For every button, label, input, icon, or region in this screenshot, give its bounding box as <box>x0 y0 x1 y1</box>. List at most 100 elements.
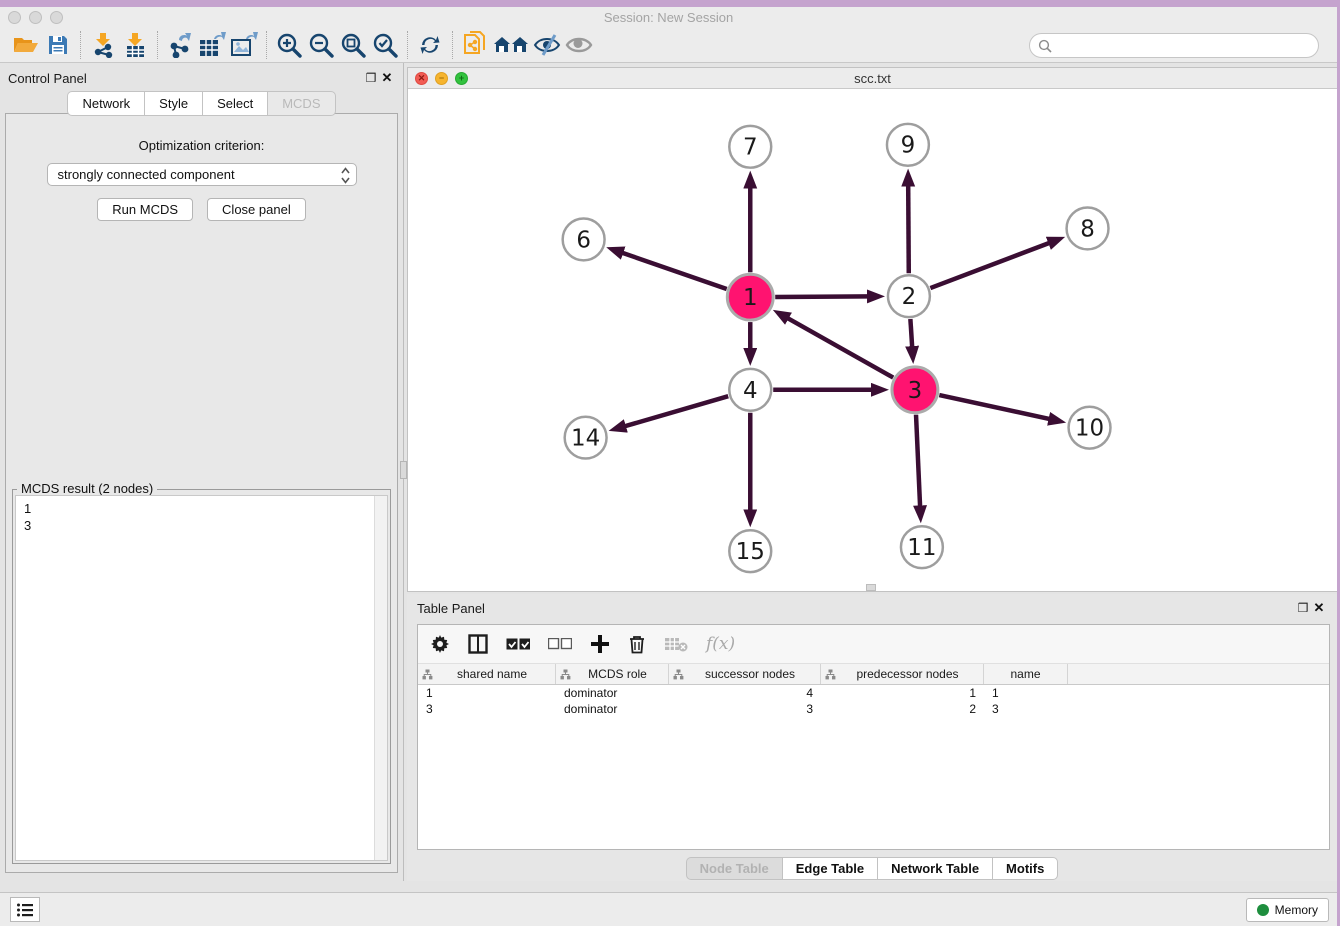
zoom-out-button[interactable] <box>305 30 337 60</box>
graph-edge-2-9[interactable] <box>908 184 909 274</box>
table-cell[interactable]: 3 <box>984 701 1068 717</box>
table-cell[interactable]: 1 <box>821 685 984 701</box>
column-type-icon <box>422 669 433 680</box>
divider-grip[interactable] <box>400 461 407 479</box>
export-network-button[interactable] <box>164 30 196 60</box>
search-box[interactable] <box>1029 33 1319 58</box>
network-canvas[interactable]: 7968124314101511 <box>408 89 1337 591</box>
criterion-dropdown[interactable]: strongly connected component <box>47 163 357 186</box>
add-column-button[interactable] <box>590 630 610 658</box>
network-graph[interactable]: 7968124314101511 <box>408 89 1337 591</box>
tab-edge-table[interactable]: Edge Table <box>782 857 877 880</box>
select-all-button[interactable] <box>506 630 530 658</box>
table-cell[interactable]: 3 <box>669 701 821 717</box>
zoom-selected-button[interactable] <box>369 30 401 60</box>
column-header-name[interactable]: name <box>984 664 1068 684</box>
graph-node-label-8: 8 <box>1080 216 1095 242</box>
mcds-result-title: MCDS result (2 nodes) <box>17 481 157 496</box>
graph-edge-2-8[interactable] <box>930 242 1051 288</box>
tab-node-table[interactable]: Node Table <box>686 857 782 880</box>
zoom-in-button[interactable] <box>273 30 305 60</box>
table-cell[interactable]: 2 <box>821 701 984 717</box>
table-row[interactable]: 3dominator323 <box>418 701 1329 717</box>
refresh-button[interactable] <box>414 30 446 60</box>
close-table-panel-icon[interactable]: ✕ <box>1311 600 1327 616</box>
show-details-button[interactable] <box>563 30 595 60</box>
canvas-divider-grip[interactable] <box>866 584 876 591</box>
column-header-label: name <box>988 667 1063 681</box>
unchecked-boxes-icon <box>548 638 572 650</box>
table-cell[interactable]: dominator <box>556 701 669 717</box>
application-window: Session: New Session <box>0 0 1340 926</box>
houses-button[interactable] <box>491 30 531 60</box>
table-cell[interactable]: 1 <box>418 685 556 701</box>
graph-node-label-15: 15 <box>736 539 765 565</box>
tab-style[interactable]: Style <box>144 91 202 116</box>
graph-edge-1-2[interactable] <box>775 296 870 297</box>
column-header-label: predecessor nodes <box>836 667 979 681</box>
column-header-successor-nodes[interactable]: successor nodes <box>669 664 821 684</box>
deselect-all-button[interactable] <box>548 630 572 658</box>
graph-node-label-6: 6 <box>576 227 591 253</box>
toolbar-separator <box>452 31 453 59</box>
graph-node-label-7: 7 <box>743 135 758 161</box>
graph-node-label-1: 1 <box>743 285 758 311</box>
graph-edge-3-11[interactable] <box>916 415 920 509</box>
function-builder-button[interactable]: f(x) <box>706 630 735 658</box>
graph-edge-3-1[interactable] <box>786 317 893 377</box>
table-tabs: Node Table Edge Table Network Table Moti… <box>407 857 1337 880</box>
zoom-fit-button[interactable] <box>337 30 369 60</box>
node-table-box: f(x) shared nameMCDS rolesuccessor nodes… <box>417 624 1330 850</box>
graph-edge-1-6[interactable] <box>620 252 726 289</box>
result-scrollbar[interactable] <box>374 496 387 860</box>
mcds-result-groupbox: MCDS result (2 nodes) 1 3 <box>12 489 391 864</box>
close-panel-icon[interactable]: ✕ <box>379 70 395 86</box>
graph-node-label-4: 4 <box>743 378 758 404</box>
run-mcds-button[interactable]: Run MCDS <box>97 198 193 221</box>
column-header-predecessor-nodes[interactable]: predecessor nodes <box>821 664 984 684</box>
graph-node-label-11: 11 <box>907 535 936 561</box>
tab-select[interactable]: Select <box>202 91 267 116</box>
delete-table-icon <box>664 636 688 652</box>
column-type-icon <box>560 669 571 680</box>
table-cell[interactable]: dominator <box>556 685 669 701</box>
table-panel-header: Table Panel ❒ ✕ <box>407 594 1337 618</box>
export-table-button[interactable] <box>196 30 228 60</box>
float-panel-icon[interactable]: ❒ <box>363 71 379 85</box>
table-cell[interactable]: 3 <box>418 701 556 717</box>
float-table-panel-icon[interactable]: ❒ <box>1295 601 1311 615</box>
tab-mcds[interactable]: MCDS <box>267 91 335 116</box>
dropdown-stepper-icon <box>341 167 350 184</box>
hide-labels-button[interactable] <box>531 30 563 60</box>
network-window-titlebar[interactable]: ✕ − + scc.txt <box>408 68 1337 89</box>
tab-network-table[interactable]: Network Table <box>877 857 992 880</box>
column-header-shared-name[interactable]: shared name <box>418 664 556 684</box>
close-panel-button[interactable]: Close panel <box>207 198 306 221</box>
delete-column-button[interactable] <box>628 630 646 658</box>
export-image-button[interactable] <box>228 30 260 60</box>
table-cell[interactable]: 4 <box>669 685 821 701</box>
graph-edge-2-3[interactable] <box>910 319 912 349</box>
save-session-button[interactable] <box>42 30 74 60</box>
memory-button[interactable]: Memory <box>1246 898 1329 922</box>
open-session-button[interactable] <box>10 30 42 60</box>
table-row[interactable]: 1dominator411 <box>418 685 1329 701</box>
mcds-result-area[interactable]: 1 3 <box>15 495 388 861</box>
delete-table-button[interactable] <box>664 630 688 658</box>
import-network-icon <box>90 32 116 58</box>
task-history-button[interactable] <box>10 897 40 922</box>
toolbar-separator <box>80 31 81 59</box>
import-table-button[interactable] <box>119 30 151 60</box>
show-column-panel-button[interactable] <box>468 630 488 658</box>
main-area: Control Panel ❒ ✕ Network Style Select M… <box>0 63 1337 892</box>
table-settings-button[interactable] <box>430 630 450 658</box>
graph-edge-3-10[interactable] <box>939 395 1051 419</box>
import-network-button[interactable] <box>87 30 119 60</box>
search-input[interactable] <box>1052 38 1318 53</box>
column-header-MCDS-role[interactable]: MCDS role <box>556 664 669 684</box>
graph-edge-4-14[interactable] <box>623 396 728 427</box>
tab-motifs[interactable]: Motifs <box>992 857 1058 880</box>
tab-network[interactable]: Network <box>67 91 144 116</box>
table-cell[interactable]: 1 <box>984 685 1068 701</box>
new-network-from-selection-button[interactable] <box>459 30 491 60</box>
